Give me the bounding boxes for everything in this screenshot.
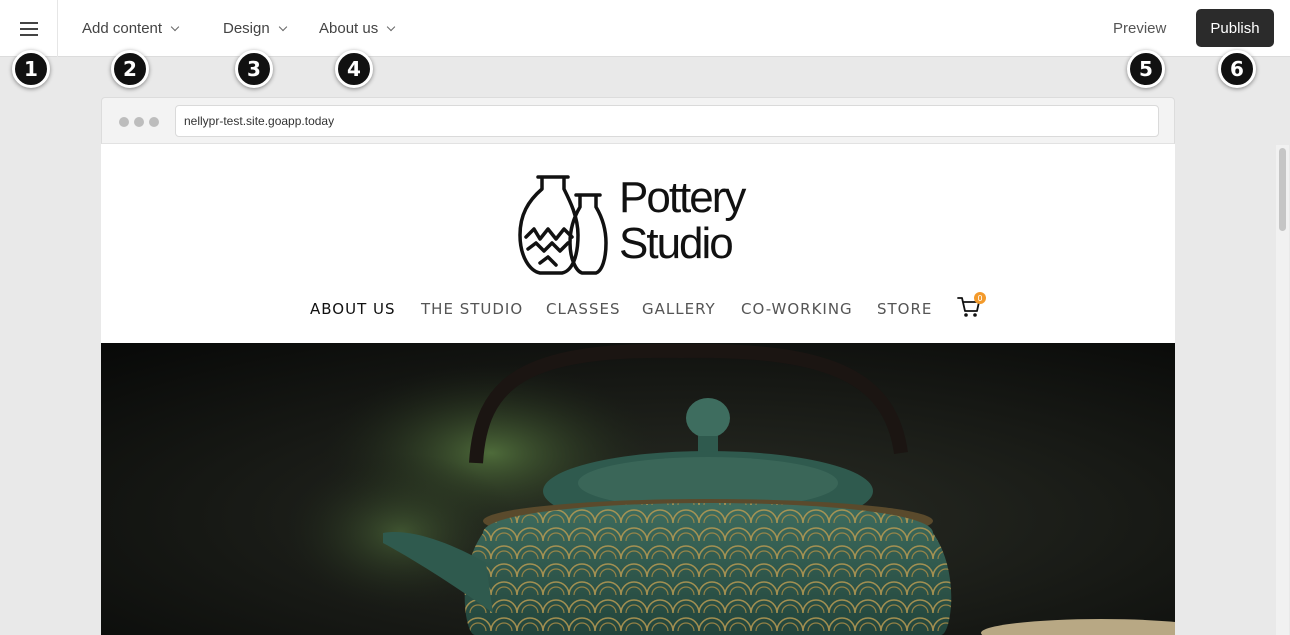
hero-image (101, 343, 1175, 635)
site-preview: Pottery Studio ABOUT US THE STUDIO CLASS… (101, 144, 1175, 635)
teapot-photo (101, 343, 1175, 635)
cart-count-badge: 0 (974, 292, 986, 304)
scrollbar-thumb[interactable] (1279, 148, 1286, 231)
nav-item-gallery[interactable]: GALLERY (642, 300, 716, 318)
nav-item-co-working[interactable]: CO-WORKING (741, 300, 853, 318)
site-nav: ABOUT US THE STUDIO CLASSES GALLERY CO-W… (101, 300, 1175, 320)
scrollbar[interactable] (1276, 145, 1289, 635)
main-menu-button[interactable] (0, 0, 58, 57)
site-logo-text: Pottery Studio (619, 173, 746, 268)
add-content-label: Add content (82, 20, 163, 37)
callout-badge-1: 1 (12, 50, 50, 88)
window-dots (119, 117, 159, 127)
callout-badge-3: 3 (235, 50, 273, 88)
nav-item-the-studio[interactable]: THE STUDIO (421, 300, 523, 318)
add-content-menu[interactable]: Add content (82, 0, 180, 57)
site-logo[interactable]: Pottery Studio (518, 173, 758, 277)
url-field: nellypr-test.site.goapp.today (175, 105, 1159, 137)
nav-item-classes[interactable]: CLASSES (546, 300, 620, 318)
nav-item-about-us[interactable]: ABOUT US (310, 300, 396, 318)
chevron-down-icon (386, 22, 396, 31)
publish-button[interactable]: Publish (1196, 9, 1274, 47)
callout-badge-6: 6 (1218, 50, 1256, 88)
vase-icon (518, 175, 608, 275)
callout-badge-2: 2 (111, 50, 149, 88)
design-menu[interactable]: Design (223, 0, 287, 57)
chevron-down-icon (278, 22, 287, 31)
page-selector-menu[interactable]: About us (319, 0, 396, 57)
callout-badge-5: 5 (1127, 50, 1165, 88)
browser-frame-bar: nellypr-test.site.goapp.today (101, 97, 1175, 144)
callout-badge-4: 4 (335, 50, 373, 88)
logo-line-2: Studio (619, 219, 734, 268)
nav-item-store[interactable]: STORE (877, 300, 932, 318)
logo-line-1: Pottery (619, 173, 746, 222)
page-selector-label: About us (319, 20, 379, 37)
design-label: Design (223, 20, 270, 37)
preview-button[interactable]: Preview (1113, 0, 1166, 57)
chevron-down-icon (170, 22, 180, 31)
editor-toolbar: Add content Design About us Preview Publ… (0, 0, 1290, 57)
hamburger-icon (19, 21, 38, 36)
